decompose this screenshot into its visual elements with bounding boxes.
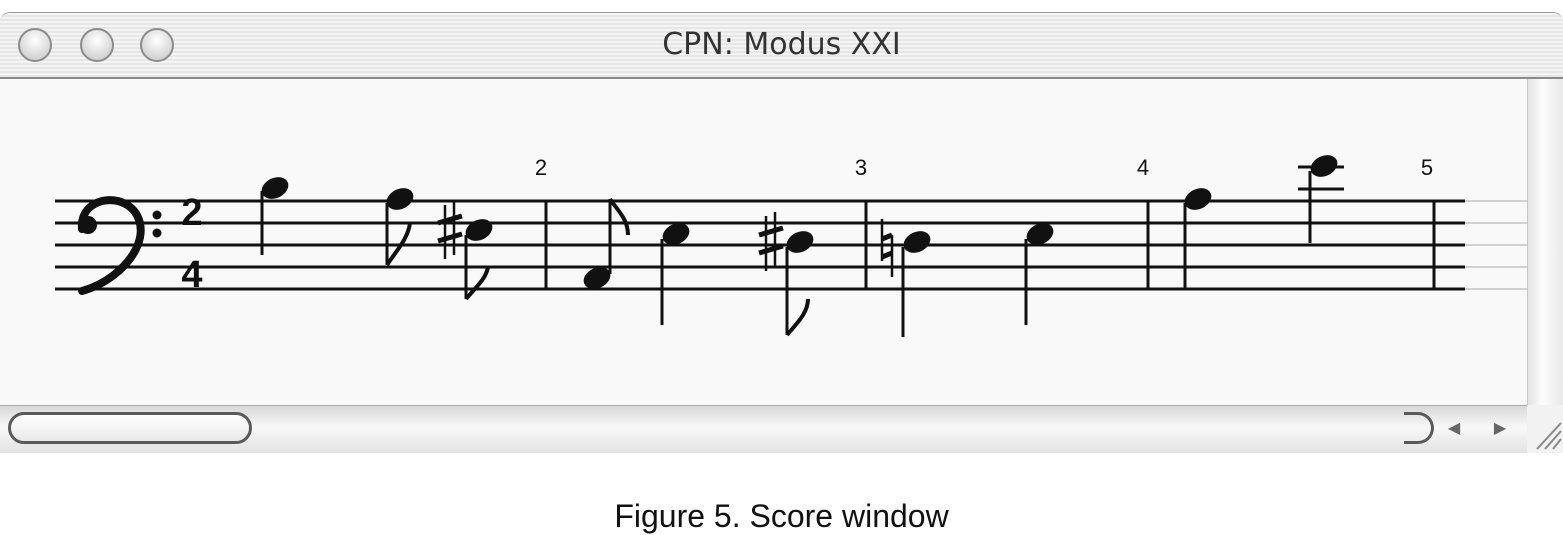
time-signature-denominator: 4	[181, 254, 202, 296]
horizontal-scrollbar[interactable]: ◀ ▶	[0, 405, 1527, 453]
eighth-note	[785, 231, 814, 337]
scroll-right-icon[interactable]: ▶	[1486, 416, 1514, 442]
resize-grip-icon	[1536, 422, 1562, 450]
scroll-thumb[interactable]	[8, 412, 252, 444]
note	[901, 231, 931, 337]
measure-number: 4	[1137, 155, 1149, 180]
resize-grip[interactable]	[1527, 405, 1563, 453]
staff-notation: 2 4 2 3 4 5	[55, 155, 1527, 337]
note	[1183, 188, 1212, 289]
score-window: CPN: Modus XXI 2 4 2 3 4 5 ◀ ▶	[0, 12, 1563, 453]
sharp-icon	[437, 201, 463, 259]
eighth-note	[464, 219, 493, 301]
note	[1298, 155, 1344, 243]
staff-lines	[55, 199, 1465, 291]
scroll-left-icon[interactable]: ◀	[1440, 416, 1468, 442]
note	[1024, 223, 1054, 325]
score-canvas[interactable]: 2 4 2 3 4 5	[0, 79, 1527, 405]
measure-number: 3	[855, 155, 867, 180]
time-signature-numerator: 2	[181, 192, 202, 234]
measure-number: 2	[535, 155, 547, 180]
note	[260, 177, 289, 255]
eighth-note	[385, 188, 414, 267]
sharp-icon	[758, 212, 784, 271]
window-title: CPN: Modus XXI	[662, 27, 901, 62]
title-bar[interactable]: CPN: Modus XXI	[0, 13, 1563, 79]
measure-number: 5	[1421, 155, 1433, 180]
figure-caption: Figure 5. Score window	[614, 498, 949, 534]
vertical-scrollbar[interactable]	[1527, 79, 1563, 405]
scroll-track-end	[1404, 412, 1434, 444]
note	[660, 223, 690, 325]
